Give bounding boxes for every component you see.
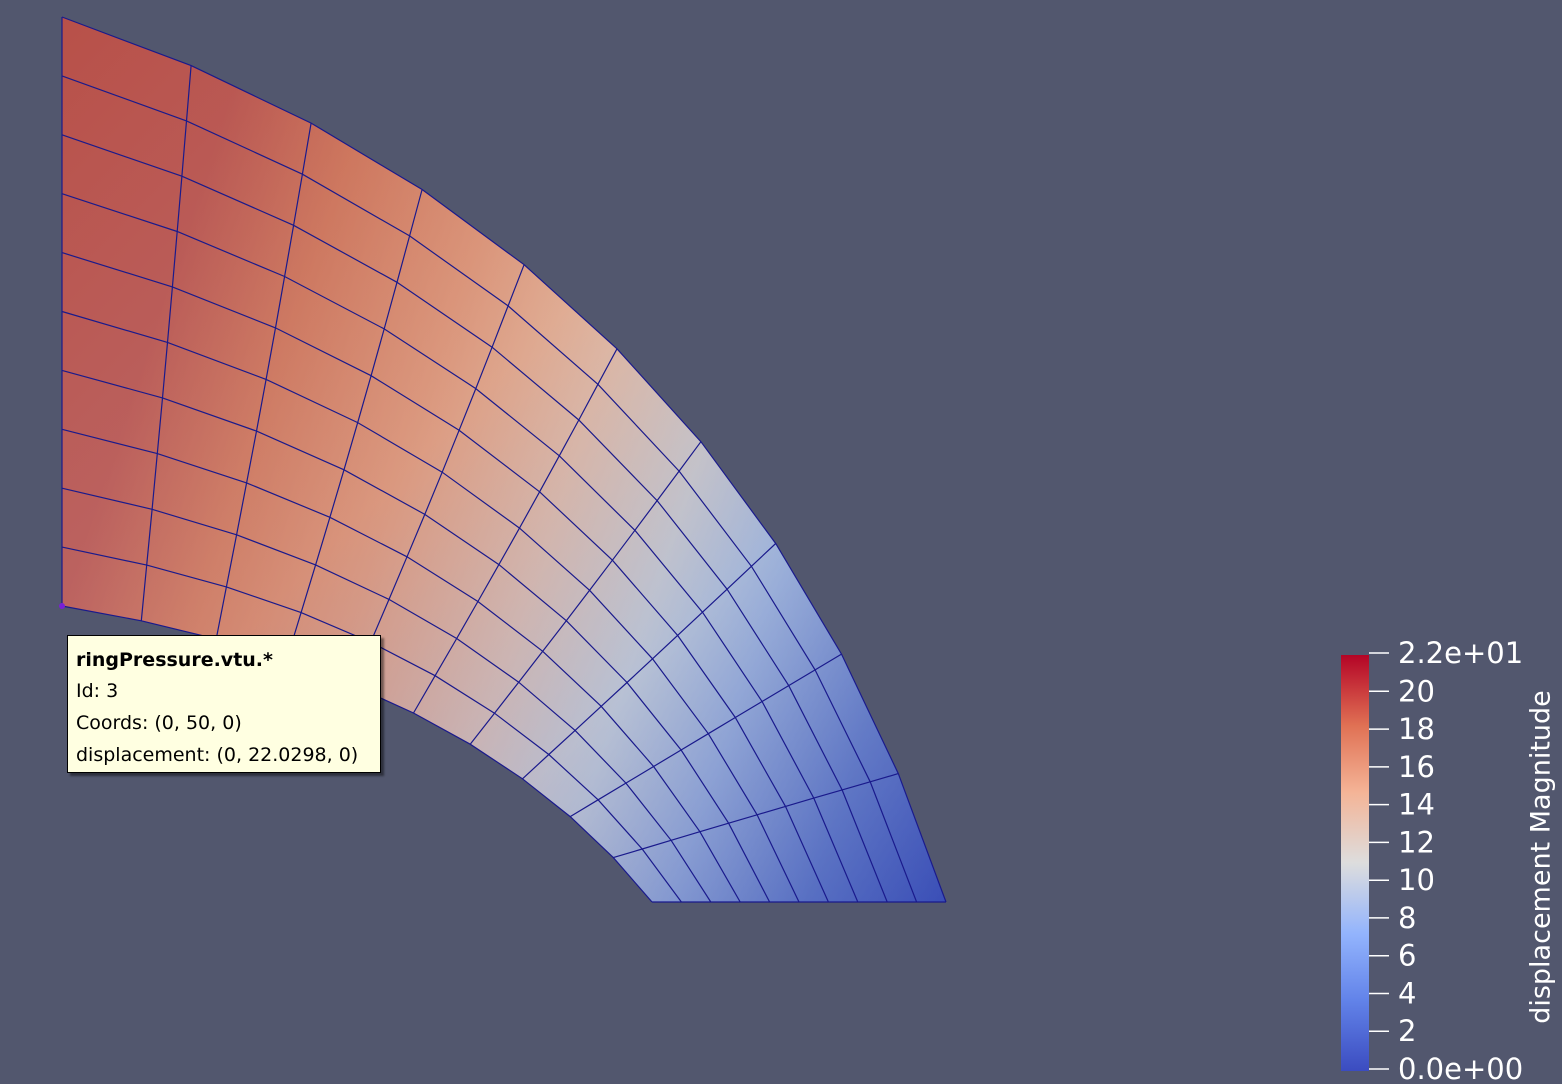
color-legend-title: displacement Magnitude xyxy=(1525,690,1557,1024)
legend-tick-label: 2.2e+01 xyxy=(1398,636,1523,670)
legend-tick-label: 2 xyxy=(1398,1014,1416,1048)
legend-tick-label: 6 xyxy=(1398,939,1416,973)
point-info-tooltip: ringPressure.vtu.* Id: 3 Coords: (0, 50,… xyxy=(67,635,381,773)
legend-tick-label: 14 xyxy=(1398,788,1435,822)
tooltip-coords: Coords: (0, 50, 0) xyxy=(76,712,242,734)
color-legend: 0.0e+00 24 6 8 10 1214 16 18 20 2.2e+01 xyxy=(1341,636,1523,1084)
legend-tick-label: 10 xyxy=(1398,863,1435,897)
tooltip-displacement: displacement: (0, 22.0298, 0) xyxy=(76,744,359,766)
tooltip-id: Id: 3 xyxy=(76,680,119,702)
render-viewport[interactable]: 0.0e+00 24 6 8 10 1214 16 18 20 2.2e+01 xyxy=(0,0,1562,1084)
selected-point-marker xyxy=(59,603,65,609)
legend-tick-label: 20 xyxy=(1398,674,1435,708)
color-legend-bar xyxy=(1341,655,1369,1071)
legend-tick-label: 12 xyxy=(1398,825,1435,859)
tooltip-title: ringPressure.vtu.* xyxy=(76,649,273,671)
legend-tick-label: 16 xyxy=(1398,750,1435,784)
legend-tick-label: 8 xyxy=(1398,901,1416,935)
legend-tick-label: 18 xyxy=(1398,712,1435,746)
legend-tick-label: 4 xyxy=(1398,977,1416,1011)
legend-tick-label: 0.0e+00 xyxy=(1398,1052,1523,1084)
